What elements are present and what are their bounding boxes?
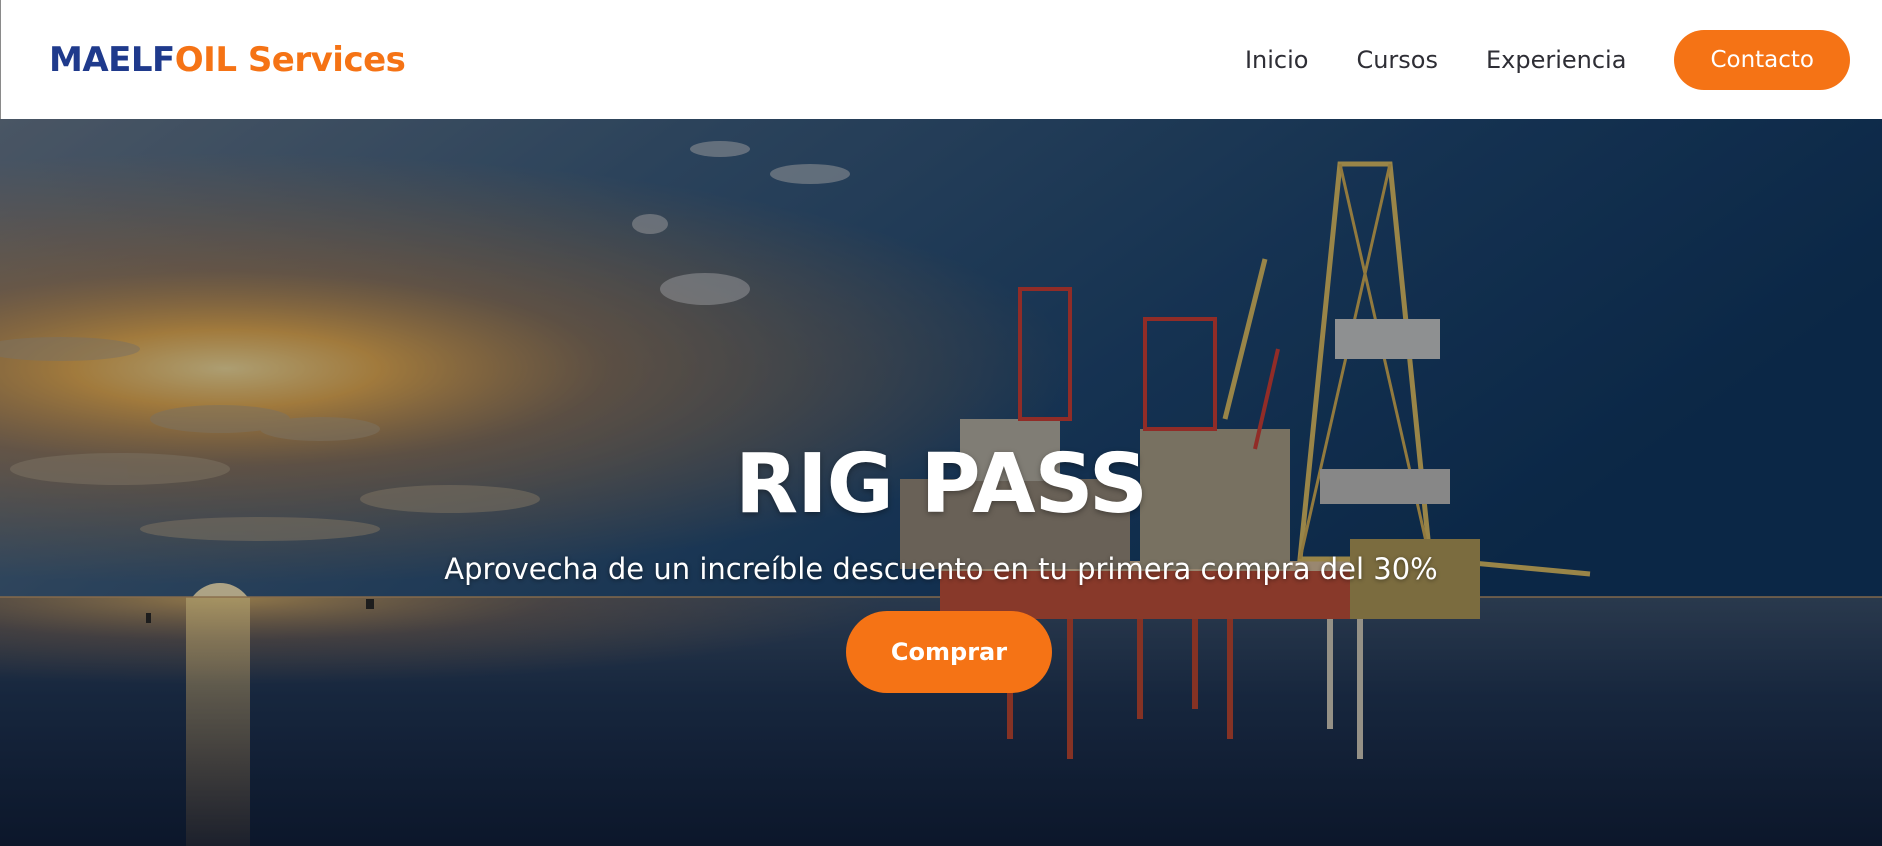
hero-content: RIG PASS Aprovecha de un increíble descu… <box>0 119 1882 846</box>
hero-section: RIG PASS Aprovecha de un increíble descu… <box>0 119 1882 846</box>
hero-subtitle: Aprovecha de un increíble descuento en t… <box>444 552 1438 586</box>
main-nav: Inicio Cursos Experiencia Contacto <box>1245 29 1850 90</box>
logo-text-primary: MAELF <box>49 39 175 80</box>
site-header: MAELFOIL Services Inicio Cursos Experien… <box>0 0 1882 119</box>
nav-link-inicio[interactable]: Inicio <box>1245 46 1309 74</box>
nav-link-experiencia[interactable]: Experiencia <box>1486 46 1626 74</box>
page: MAELFOIL Services Inicio Cursos Experien… <box>0 0 1882 846</box>
brand-logo[interactable]: MAELFOIL Services <box>49 39 406 80</box>
nav-link-cursos[interactable]: Cursos <box>1356 46 1438 74</box>
contact-button[interactable]: Contacto <box>1674 29 1850 90</box>
logo-text-accent: OIL Services <box>174 39 406 80</box>
buy-button[interactable]: Comprar <box>846 611 1052 693</box>
hero-title: RIG PASS <box>735 436 1148 532</box>
